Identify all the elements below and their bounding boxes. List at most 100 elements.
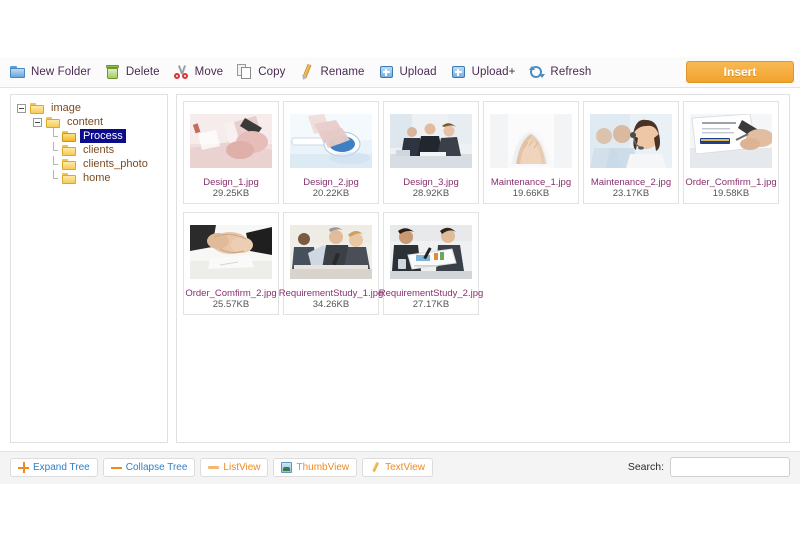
- file-name: RequirementStudy_1.jpg: [278, 288, 384, 299]
- file-thumbnail: [690, 114, 772, 168]
- folder-tree: image content Process clients clients_ph…: [11, 95, 167, 185]
- file-thumbnail: [490, 114, 572, 168]
- tree-elbow-icon: [49, 170, 58, 185]
- rename-button[interactable]: Rename: [299, 61, 364, 83]
- delete-icon: [105, 64, 121, 80]
- search-label: Search:: [627, 461, 664, 473]
- file-manager-app: New Folder Delete Move Copy Rename Uploa…: [0, 0, 800, 534]
- textview-icon: [370, 462, 381, 473]
- new-folder-button[interactable]: New Folder: [10, 61, 91, 83]
- search-input[interactable]: [670, 457, 790, 477]
- thumb-view-label: ThumbView: [296, 462, 350, 473]
- file-name: Order_Comfirm_2.jpg: [185, 288, 277, 299]
- expand-tree-label: Expand Tree: [33, 462, 90, 473]
- file-name: Maintenance_2.jpg: [590, 177, 672, 188]
- file-size: 27.17KB: [412, 299, 450, 310]
- file-name: Design_3.jpg: [403, 177, 459, 188]
- file-tile[interactable]: Maintenance_2.jpg 23.17KB: [583, 101, 679, 204]
- file-tile[interactable]: Design_3.jpg 28.92KB: [383, 101, 479, 204]
- file-thumbnail: [290, 114, 372, 168]
- search-area: Search:: [628, 457, 790, 477]
- thumb-view-button[interactable]: ThumbView: [273, 458, 358, 477]
- insert-button[interactable]: Insert: [686, 61, 794, 83]
- collapse-tree-label: Collapse Tree: [125, 462, 188, 473]
- file-tile[interactable]: Design_1.jpg 29.25KB: [183, 101, 279, 204]
- file-size: 29.25KB: [212, 188, 250, 199]
- file-name: Design_1.jpg: [203, 177, 259, 188]
- file-thumbnail: [190, 225, 272, 279]
- text-view-label: TextView: [385, 462, 425, 473]
- file-thumbnail: [290, 225, 372, 279]
- tree-node-label: clients_photo: [83, 158, 148, 170]
- file-tile[interactable]: RequirementStudy_1.jpg 34.26KB: [279, 212, 383, 315]
- tree-node-process[interactable]: Process: [17, 128, 167, 143]
- rename-label: Rename: [320, 66, 365, 78]
- rename-icon: [299, 63, 315, 81]
- folder-icon: [62, 130, 76, 142]
- delete-button[interactable]: Delete: [105, 61, 160, 83]
- refresh-button[interactable]: Refresh: [529, 61, 591, 83]
- file-size: 25.57KB: [212, 299, 250, 310]
- tree-elbow-icon: [49, 142, 58, 157]
- file-name: RequirementStudy_2.jpg: [378, 288, 484, 299]
- list-view-button[interactable]: ListView: [200, 458, 269, 477]
- upload-label: Upload: [399, 66, 437, 78]
- upload-plus-icon: [451, 64, 467, 80]
- tree-toggle-image[interactable]: [17, 103, 26, 113]
- file-tile[interactable]: Design_2.jpg 20.22KB: [283, 101, 379, 204]
- upload-plus-button[interactable]: Upload+: [451, 61, 516, 83]
- tree-node-label: Process: [80, 129, 126, 143]
- file-size: 34.26KB: [312, 299, 350, 310]
- bottom-toolbar: Expand Tree Collapse Tree ListView Thumb…: [0, 451, 800, 484]
- minus-icon: [110, 462, 122, 473]
- copy-button[interactable]: Copy: [237, 61, 285, 83]
- refresh-label: Refresh: [550, 66, 592, 78]
- move-button[interactable]: Move: [173, 61, 224, 83]
- file-size: 19.58KB: [712, 188, 750, 199]
- tree-node-label: clients: [83, 144, 115, 156]
- file-tile[interactable]: Maintenance_1.jpg 19.66KB: [483, 101, 579, 204]
- tree-toggle-content[interactable]: [33, 117, 42, 127]
- folder-icon: [46, 116, 60, 128]
- folder-icon: [62, 158, 76, 170]
- new-folder-label: New Folder: [31, 66, 91, 78]
- folder-tree-panel: image content Process clients clients_ph…: [10, 94, 168, 443]
- thumbview-icon: [281, 462, 293, 473]
- upload-icon: [379, 64, 395, 80]
- main-body: image content Process clients clients_ph…: [0, 88, 800, 451]
- expand-tree-button[interactable]: Expand Tree: [10, 458, 98, 477]
- upload-button[interactable]: Upload: [379, 61, 437, 83]
- file-list-panel: Design_1.jpg 29.25KB Design_2.jpg 20.22K…: [176, 94, 790, 443]
- tree-node-content[interactable]: content: [17, 115, 167, 129]
- file-name: Maintenance_1.jpg: [490, 177, 572, 188]
- tree-node-label: image: [51, 102, 81, 114]
- collapse-tree-button[interactable]: Collapse Tree: [102, 458, 196, 477]
- top-toolbar: New Folder Delete Move Copy Rename Uploa…: [0, 57, 800, 88]
- file-tile[interactable]: Order_Comfirm_2.jpg 25.57KB: [183, 212, 279, 315]
- tree-node-clients-photo[interactable]: clients_photo: [17, 156, 167, 171]
- copy-icon: [237, 64, 253, 80]
- file-name: Design_2.jpg: [303, 177, 359, 188]
- tree-node-clients[interactable]: clients: [17, 142, 167, 157]
- tree-node-home[interactable]: home: [17, 170, 167, 185]
- file-size: 28.92KB: [412, 188, 450, 199]
- file-tile[interactable]: Order_Comfirm_1.jpg 19.58KB: [683, 101, 779, 204]
- copy-label: Copy: [258, 66, 286, 78]
- file-thumbnail: [190, 114, 272, 168]
- file-size: 23.17KB: [612, 188, 650, 199]
- delete-label: Delete: [125, 66, 160, 78]
- file-thumbnail: [390, 114, 472, 168]
- move-icon: [173, 64, 190, 80]
- file-size: 20.22KB: [312, 188, 350, 199]
- tree-node-image[interactable]: image: [17, 101, 167, 115]
- folder-icon: [30, 102, 44, 114]
- new-folder-icon: [10, 64, 26, 80]
- folder-icon: [62, 172, 76, 184]
- file-tile[interactable]: RequirementStudy_2.jpg 27.17KB: [379, 212, 483, 315]
- text-view-button[interactable]: TextView: [362, 458, 433, 477]
- list-view-label: ListView: [223, 462, 261, 473]
- view-button-group: Expand Tree Collapse Tree ListView Thumb…: [10, 458, 438, 477]
- plus-icon: [18, 462, 29, 473]
- file-thumbnail: [590, 114, 672, 168]
- tree-node-label: content: [67, 116, 104, 128]
